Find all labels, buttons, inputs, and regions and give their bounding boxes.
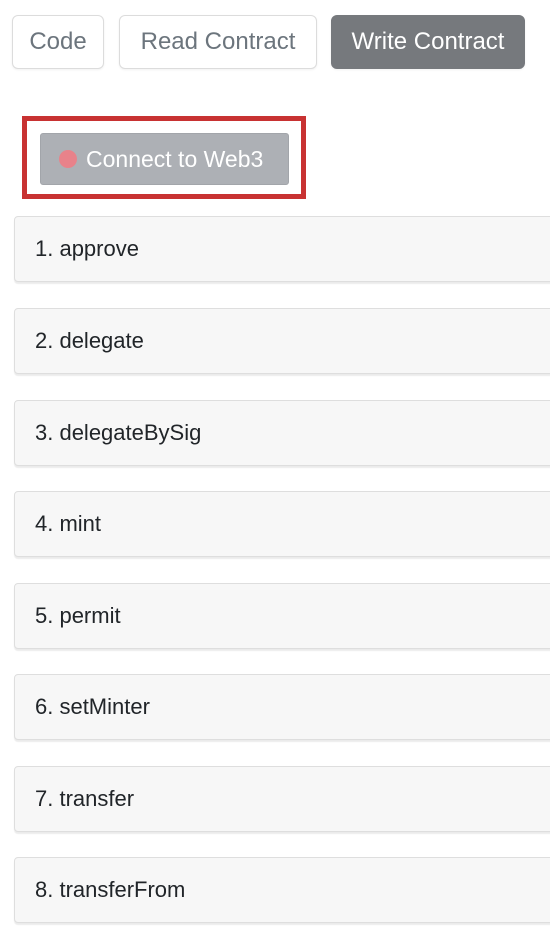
connection-status-dot-icon	[59, 150, 77, 168]
function-label: 6. setMinter	[35, 694, 150, 719]
contract-page: Code Read Contract Write Contract Connec…	[0, 0, 550, 949]
function-item-delegatebysig[interactable]: 3. delegateBySig	[14, 400, 550, 466]
function-item-transferfrom[interactable]: 8. transferFrom	[14, 857, 550, 923]
function-label: 5. permit	[35, 603, 121, 628]
connect-to-web3-button[interactable]: Connect to Web3	[40, 133, 289, 185]
function-label: 8. transferFrom	[35, 877, 186, 902]
function-item-permit[interactable]: 5. permit	[14, 583, 550, 649]
function-label: 1. approve	[35, 236, 139, 261]
tab-write-contract[interactable]: Write Contract	[331, 15, 525, 69]
function-item-delegate[interactable]: 2. delegate	[14, 308, 550, 374]
function-label: 7. transfer	[35, 786, 135, 811]
connect-highlight-box: Connect to Web3	[22, 116, 306, 199]
function-label: 4. mint	[35, 511, 102, 536]
function-item-approve[interactable]: 1. approve	[14, 216, 550, 282]
function-label: 2. delegate	[35, 328, 144, 353]
function-item-mint[interactable]: 4. mint	[14, 491, 550, 557]
function-item-setminter[interactable]: 6. setMinter	[14, 674, 550, 740]
function-item-transfer[interactable]: 7. transfer	[14, 766, 550, 832]
connect-button-label: Connect to Web3	[86, 145, 264, 172]
tab-code[interactable]: Code	[12, 15, 104, 69]
tab-read-contract[interactable]: Read Contract	[119, 15, 317, 69]
function-label: 3. delegateBySig	[35, 420, 202, 445]
